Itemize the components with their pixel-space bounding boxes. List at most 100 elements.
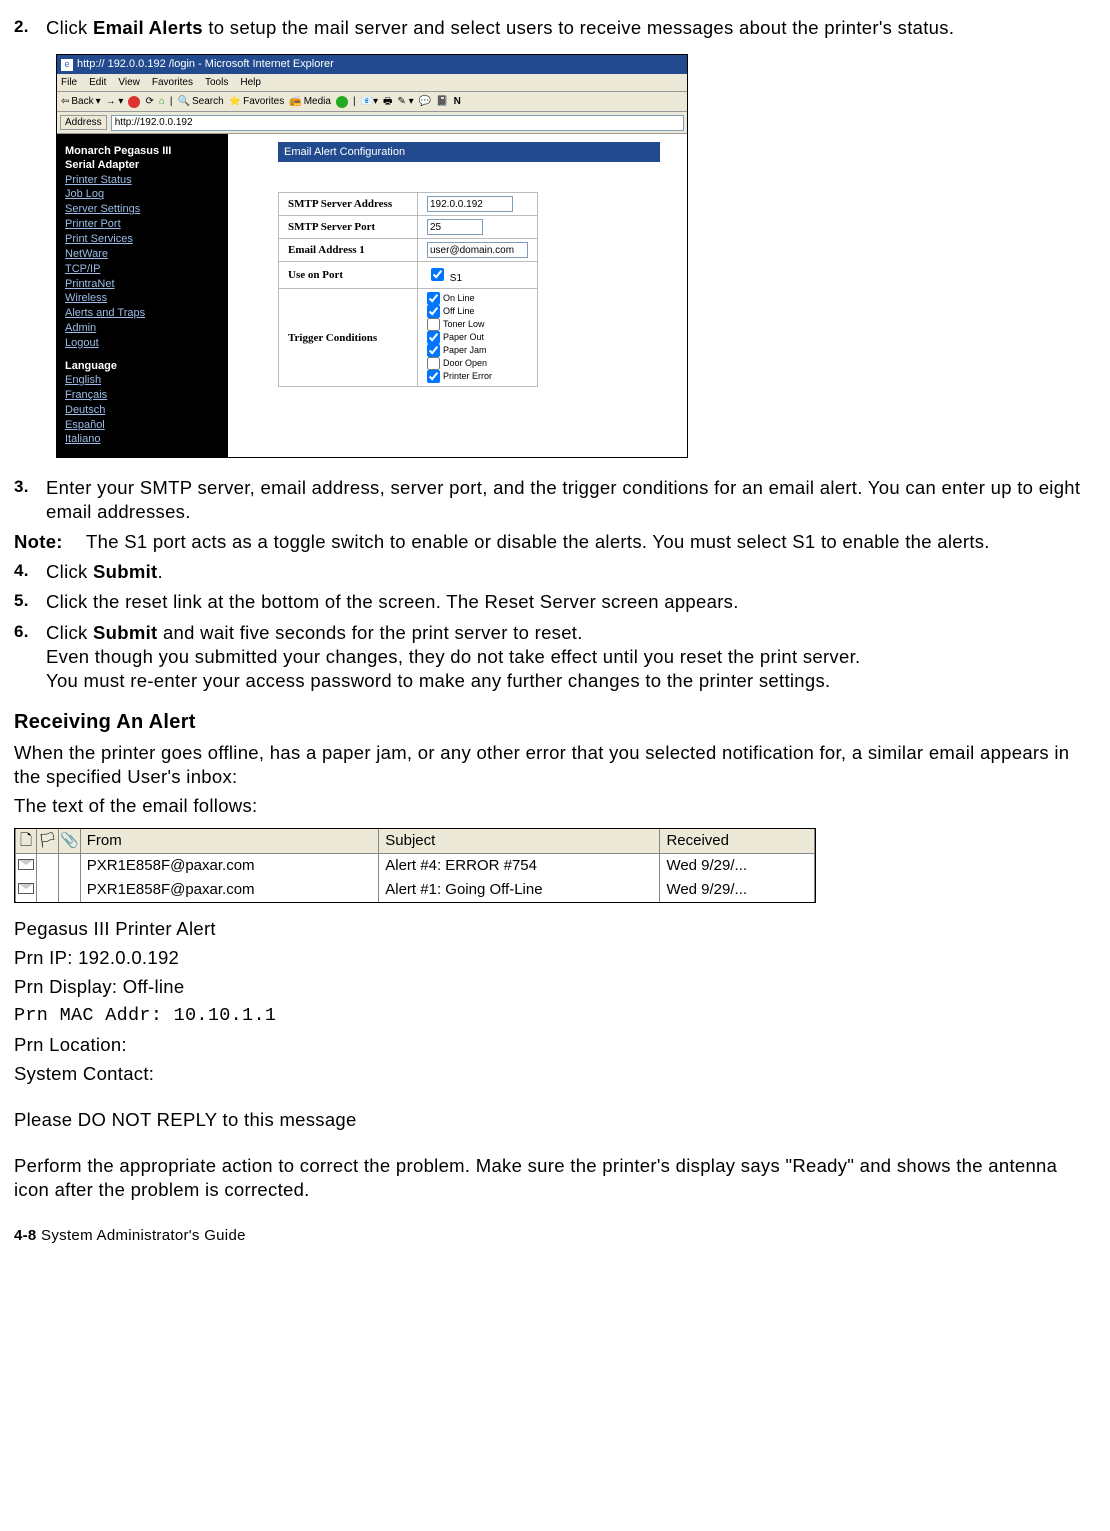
trig-dooropen[interactable]: Door Open [427, 357, 528, 370]
menu-favorites[interactable]: Favorites [152, 76, 193, 89]
lang-es[interactable]: Español [65, 418, 220, 433]
brand-line2: Serial Adapter [65, 158, 220, 172]
trig-online[interactable]: On Line [427, 292, 528, 305]
menu-file[interactable]: File [61, 76, 77, 89]
inbox-row[interactable]: PXR1E858F@paxar.com Alert #4: ERROR #754… [16, 853, 815, 878]
col-received: Received [660, 829, 815, 854]
discuss-icon[interactable]: 💬 [419, 95, 431, 108]
refresh-icon[interactable]: ⟳ [145, 95, 153, 108]
step-5-num: 5. [14, 590, 46, 614]
note-text: The S1 port acts as a toggle switch to e… [86, 530, 1096, 554]
ie-menubar: File Edit View Favorites Tools Help [57, 74, 687, 92]
smtp-addr-label: SMTP Server Address [279, 193, 418, 216]
nav-alerts-traps[interactable]: Alerts and Traps [65, 306, 220, 321]
ie-toolbar: ⇦ Back ▾ → ▾ ⟳ ⌂ | 🔍Search ⭐Favorites 📻M… [57, 92, 687, 112]
note: Note: The S1 port acts as a toggle switc… [14, 530, 1096, 554]
print-icon[interactable]: 🖶 [383, 95, 392, 108]
row1-subject: Alert #4: ERROR #754 [379, 853, 660, 878]
step-3: 3. Enter your SMTP server, email address… [14, 476, 1096, 524]
trig-paperout[interactable]: Paper Out [427, 331, 528, 344]
back-button[interactable]: ⇦ Back ▾ [61, 95, 101, 108]
closing-para: Perform the appropriate action to correc… [14, 1154, 1096, 1202]
home-icon[interactable]: ⌂ [159, 95, 165, 108]
menu-edit[interactable]: Edit [89, 76, 106, 89]
research-icon[interactable]: 📓 [436, 95, 448, 108]
col-attach: 📎 [59, 829, 81, 854]
step-4: 4. Click Submit. [14, 560, 1096, 584]
stop-icon[interactable] [128, 96, 140, 108]
ie-address-bar: Address http://192.0.0.192 [57, 112, 687, 134]
row1-from: PXR1E858F@paxar.com [80, 853, 379, 878]
history-icon[interactable] [336, 96, 348, 108]
step-5: 5. Click the reset link at the bottom of… [14, 590, 1096, 614]
email-l7: Please DO NOT REPLY to this message [14, 1108, 1096, 1132]
ie-body: Monarch Pegasus III Serial Adapter Print… [57, 134, 687, 457]
step-6-num: 6. [14, 621, 46, 693]
smtp-addr-input[interactable] [427, 196, 513, 212]
step-2-num: 2. [14, 16, 46, 40]
main-panel: Email Alert Configuration SMTP Server Ad… [228, 134, 687, 457]
use-port-s1[interactable]: S1 [427, 273, 462, 284]
edit-icon[interactable]: ✎ ▾ [397, 95, 413, 108]
menu-help[interactable]: Help [240, 76, 261, 89]
nav-printer-port[interactable]: Printer Port [65, 217, 220, 232]
mail-icon[interactable]: 📧▾ [361, 95, 378, 108]
lang-de[interactable]: Deutsch [65, 403, 220, 418]
media-button[interactable]: 📻Media [289, 95, 331, 108]
nav-printer-status[interactable]: Printer Status [65, 173, 220, 188]
col-subject: Subject [379, 829, 660, 854]
row2-subject: Alert #1: Going Off-Line [379, 878, 660, 902]
ie-window-figure: e http:// 192.0.0.192 /login - Microsoft… [56, 54, 688, 458]
lang-fr[interactable]: Français [65, 388, 220, 403]
step-2-text: Click Email Alerts to setup the mail ser… [46, 16, 1096, 40]
envelope-icon [16, 878, 37, 902]
recv-para: When the printer goes offline, has a pap… [14, 741, 1096, 789]
s1-checkbox[interactable] [431, 268, 444, 281]
use-port-label: Use on Port [279, 262, 418, 289]
address-field[interactable]: http://192.0.0.192 [111, 115, 684, 131]
norton-icon[interactable]: N [454, 95, 461, 108]
email1-input[interactable] [427, 242, 528, 258]
email-l3: Prn Display: Off-line [14, 975, 1096, 999]
nav-job-log[interactable]: Job Log [65, 187, 220, 202]
page-footer: 4-8 System Administrator's Guide [14, 1226, 1096, 1246]
trig-paperjam[interactable]: Paper Jam [427, 344, 528, 357]
col-flag: 🏳 [37, 829, 59, 854]
email-l4: Prn MAC Addr: 10.10.1.1 [14, 1004, 1096, 1028]
smtp-port-label: SMTP Server Port [279, 216, 418, 239]
envelope-icon [16, 853, 37, 878]
brand-line1: Monarch Pegasus III [65, 144, 220, 158]
nav-admin[interactable]: Admin [65, 321, 220, 336]
inbox-row[interactable]: PXR1E858F@paxar.com Alert #1: Going Off-… [16, 878, 815, 902]
menu-tools[interactable]: Tools [205, 76, 228, 89]
menu-view[interactable]: View [118, 76, 140, 89]
nav-print-services[interactable]: Print Services [65, 232, 220, 247]
address-label: Address [60, 115, 107, 130]
trig-toner[interactable]: Toner Low [427, 318, 528, 331]
nav-tcpip[interactable]: TCP/IP [65, 262, 220, 277]
note-label: Note: [14, 530, 86, 554]
fwd-button[interactable]: → ▾ [106, 95, 124, 108]
trigger-label: Trigger Conditions [279, 289, 418, 387]
favorites-button[interactable]: ⭐Favorites [229, 95, 285, 108]
ie-titlebar: e http:// 192.0.0.192 /login - Microsoft… [57, 55, 687, 74]
step-4-num: 4. [14, 560, 46, 584]
row2-from: PXR1E858F@paxar.com [80, 878, 379, 902]
email-l6: System Contact: [14, 1062, 1096, 1086]
nav-logout[interactable]: Logout [65, 336, 220, 351]
lang-en[interactable]: English [65, 373, 220, 388]
smtp-port-input[interactable] [427, 219, 483, 235]
nav-wireless[interactable]: Wireless [65, 291, 220, 306]
nav-printranet[interactable]: PrintraNet [65, 277, 220, 292]
col-from: From [80, 829, 379, 854]
lang-it[interactable]: Italiano [65, 432, 220, 447]
trig-printererror[interactable]: Printer Error [427, 370, 528, 383]
config-table: SMTP Server Address SMTP Server Port Ema… [278, 192, 538, 387]
ie-title-text: http:// 192.0.0.192 /login - Microsoft I… [77, 57, 334, 71]
search-button[interactable]: 🔍Search [178, 95, 224, 108]
step-3-text: Enter your SMTP server, email address, s… [46, 476, 1096, 524]
nav-netware[interactable]: NetWare [65, 247, 220, 262]
nav-server-settings[interactable]: Server Settings [65, 202, 220, 217]
trigger-list: On Line Off Line Toner Low Paper Out Pap… [427, 292, 528, 383]
trig-offline[interactable]: Off Line [427, 305, 528, 318]
